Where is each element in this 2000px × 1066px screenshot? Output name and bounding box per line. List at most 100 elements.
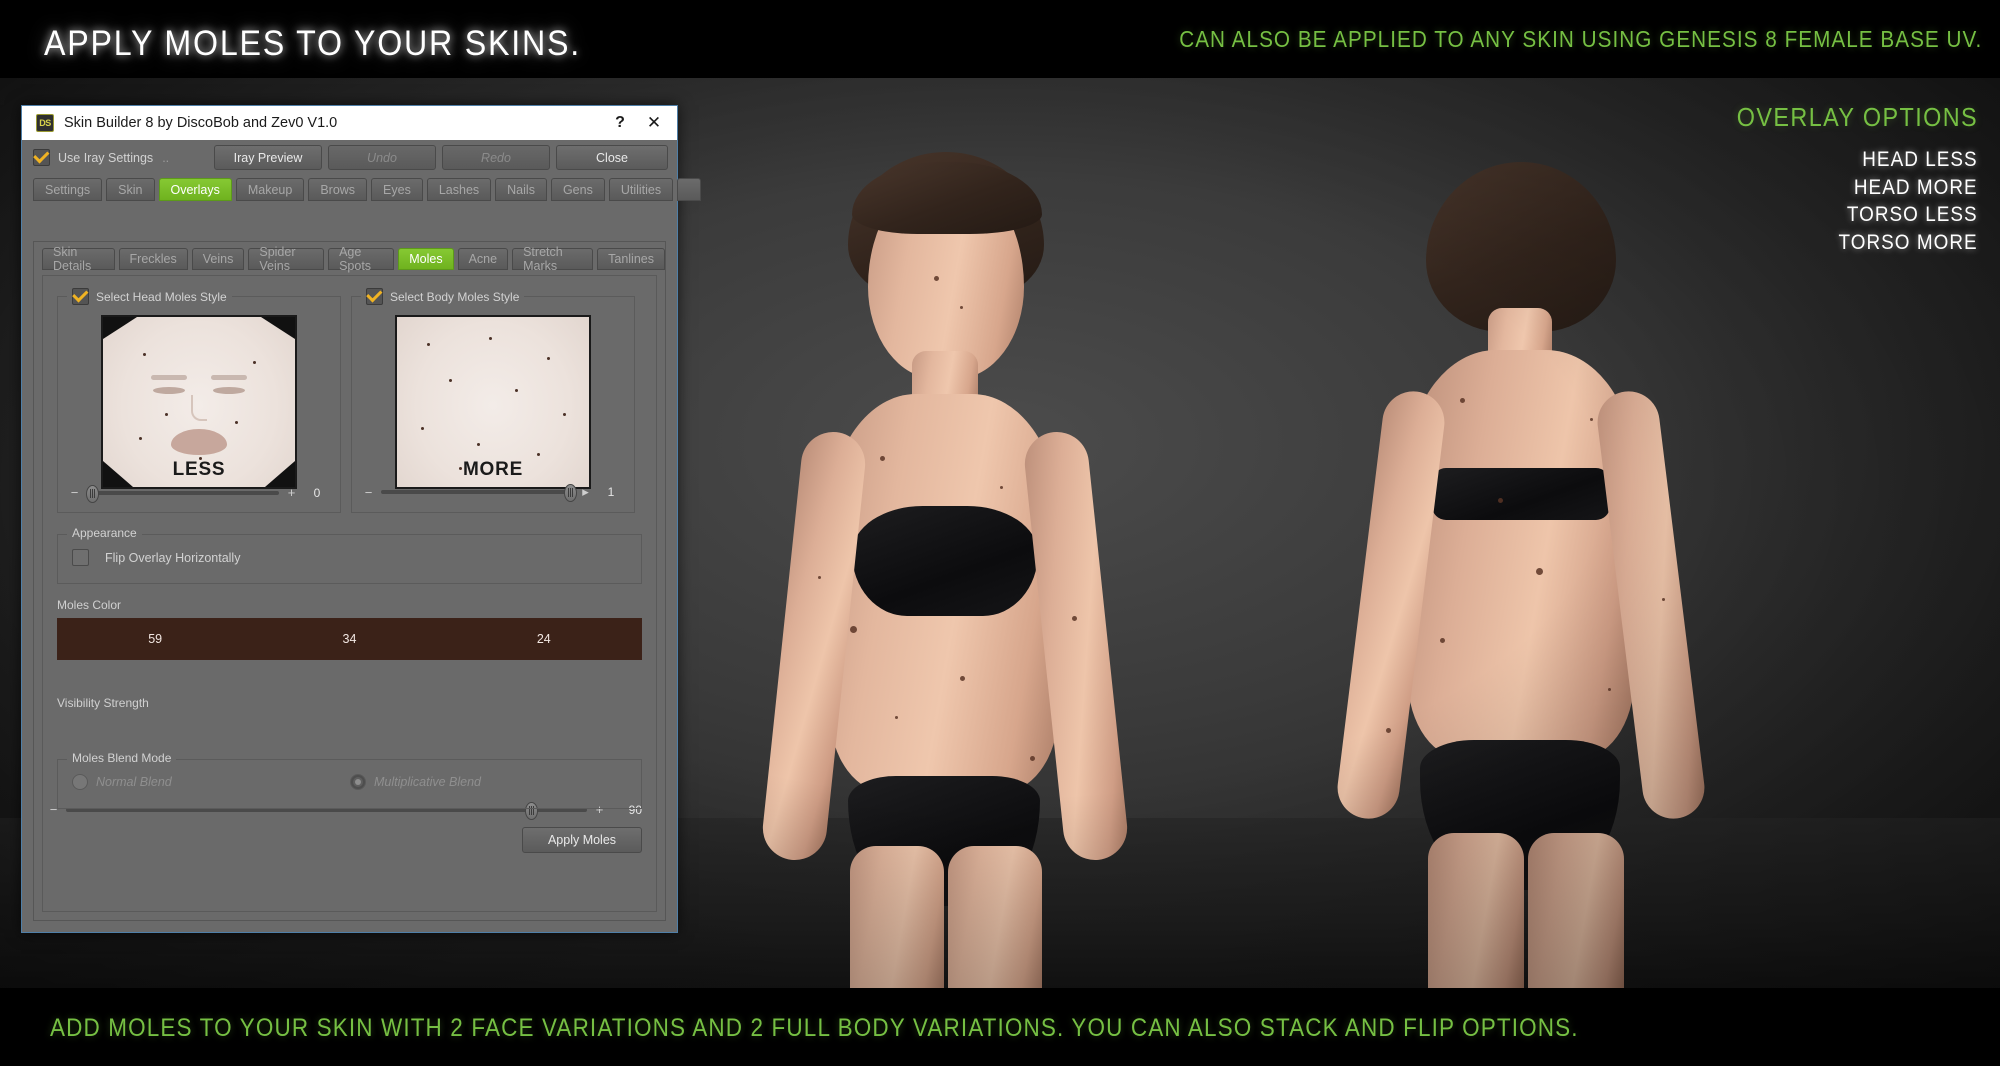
promo-title: APPLY MOLES TO YOUR SKINS. (44, 24, 581, 63)
dialog-body: Use Iray Settings .. Iray Preview Undo R… (23, 141, 702, 931)
flip-overlay-checkbox[interactable] (72, 549, 89, 566)
body-slider-plus[interactable]: ▸ (581, 484, 590, 500)
overlay-option: TORSO LESS (1847, 203, 1978, 227)
select-head-moles-checkbox[interactable] (72, 288, 89, 305)
promo-subtitle: CAN ALSO BE APPLIED TO ANY SKIN USING GE… (1178, 26, 1982, 52)
overlay-subtabs: Skin Details Freckles Veins Spider Veins… (34, 242, 665, 273)
select-head-moles-label: Select Head Moles Style (96, 289, 227, 304)
daz-studio-icon: DS (36, 114, 54, 132)
main-tabs: Settings Skin Overlays Makeup Brows Eyes… (23, 174, 702, 201)
appearance-label: Appearance (72, 526, 137, 540)
skin-builder-dialog: DS Skin Builder 8 by DiscoBob and Zev0 V… (21, 105, 702, 933)
tab-settings[interactable]: Settings (33, 178, 103, 201)
overlay-options-title: OVERLAY OPTIONS (1736, 102, 1978, 132)
moles-color-blue: 24 (536, 632, 551, 646)
use-iray-settings-label: Use Iray Settings (58, 150, 154, 165)
body-thumbnail-caption: MORE (462, 459, 524, 480)
visibility-strength-slider[interactable]: − + 90 (49, 720, 642, 899)
flip-overlay-label: Flip Overlay Horizontally (105, 550, 241, 565)
moles-color-swatch[interactable]: 59 34 24 (57, 618, 642, 660)
moles-blend-mode-group: Moles Blend Mode Normal Blend Multiplica… (57, 751, 642, 809)
body-moles-style-group: Select Body Moles Style MORE − ▸ 1 (351, 288, 635, 513)
multiplicative-blend-radio[interactable] (350, 774, 366, 790)
help-icon[interactable]: ? (603, 108, 637, 138)
close-button[interactable]: Close (556, 145, 668, 170)
head-moles-style-group: Select Head Moles Style LESS − + 0 (57, 288, 341, 513)
subtab-spider-veins[interactable]: Spider Veins (248, 245, 325, 273)
moles-color-red: 59 (148, 632, 163, 646)
head-slider-track[interactable] (85, 484, 279, 503)
tab-lashes[interactable]: Lashes (426, 178, 492, 201)
tab-skin[interactable]: Skin (106, 178, 155, 201)
body-slider-minus[interactable]: − (364, 485, 373, 500)
subtab-stretch-marks[interactable]: Stretch Marks (512, 245, 594, 273)
subtab-age-spots[interactable]: Age Spots (328, 245, 395, 273)
head-slider-plus[interactable]: + (287, 485, 296, 500)
multiplicative-blend-label: Multiplicative Blend (374, 775, 481, 789)
iray-preview-button[interactable]: Iray Preview (214, 145, 322, 170)
subtab-skin-details[interactable]: Skin Details (42, 245, 115, 273)
subtab-veins[interactable]: Veins (191, 248, 245, 270)
tab-overlays[interactable]: Overlays (158, 178, 232, 201)
overlays-panel: Skin Details Freckles Veins Spider Veins… (33, 241, 666, 921)
overlay-option: TORSO MORE (1838, 231, 1978, 255)
dialog-title: Skin Builder 8 by DiscoBob and Zev0 V1.0 (64, 115, 338, 131)
screenshot-root: APPLY MOLES TO YOUR SKINS. CAN ALSO BE A… (0, 0, 2000, 1066)
select-body-moles-checkbox[interactable] (366, 288, 383, 305)
overlay-option: HEAD MORE (1854, 175, 1978, 199)
apply-row: Apply Moles (522, 827, 642, 853)
close-icon[interactable]: ✕ (637, 108, 671, 138)
blend-mode-label: Moles Blend Mode (72, 751, 172, 765)
dialog-titlebar[interactable]: DS Skin Builder 8 by DiscoBob and Zev0 V… (22, 106, 677, 140)
iray-settings-row: Use Iray Settings .. Iray Preview Undo R… (23, 141, 676, 174)
iray-settings-ellipsis[interactable]: .. (162, 151, 169, 165)
redo-button[interactable]: Redo (442, 145, 550, 170)
tab-filler (677, 178, 702, 201)
body-slider-track[interactable] (381, 484, 578, 502)
moles-color-label: Moles Color (57, 598, 122, 612)
select-body-moles-label: Select Body Moles Style (390, 289, 520, 304)
tab-gens[interactable]: Gens (550, 178, 605, 201)
overlay-option: HEAD LESS (1862, 148, 1978, 171)
head-style-legend: Select Head Moles Style (67, 288, 232, 305)
head-moles-thumbnail[interactable]: LESS (101, 315, 297, 489)
blend-mode-legend: Moles Blend Mode (67, 751, 177, 765)
dialog-toolbar: Iray Preview Undo Redo Close (214, 145, 668, 170)
flip-overlay-row[interactable]: Flip Overlay Horizontally (72, 549, 240, 566)
body-slider-knob[interactable] (564, 484, 578, 502)
head-slider-value: 0 (313, 485, 321, 500)
undo-button[interactable]: Undo (328, 145, 436, 170)
normal-blend-radio[interactable] (72, 774, 88, 790)
bottom-caption: ADD MOLES TO YOUR SKIN WITH 2 FACE VARIA… (50, 1014, 1579, 1042)
tab-brows[interactable]: Brows (308, 178, 368, 201)
body-moles-thumbnail[interactable]: MORE (395, 315, 591, 489)
overlay-options-list: HEAD LESS HEAD MORE TORSO LESS TORSO MOR… (1823, 146, 1978, 257)
multiplicative-blend-row[interactable]: Multiplicative Blend (350, 774, 481, 790)
top-banner: APPLY MOLES TO YOUR SKINS. CAN ALSO BE A… (0, 0, 2000, 78)
subtab-moles[interactable]: Moles (398, 248, 454, 270)
subtab-tanlines[interactable]: Tanlines (597, 248, 665, 270)
tab-utilities[interactable]: Utilities (608, 178, 674, 201)
head-thumbnail-caption: LESS (172, 459, 226, 480)
subtab-acne[interactable]: Acne (457, 248, 509, 270)
moles-color-green: 34 (342, 632, 357, 646)
normal-blend-label: Normal Blend (96, 775, 172, 789)
body-style-slider[interactable]: − ▸ 1 (364, 484, 624, 502)
head-slider-minus[interactable]: − (70, 485, 79, 500)
head-slider-knob[interactable] (85, 484, 99, 503)
normal-blend-row[interactable]: Normal Blend (72, 774, 172, 790)
head-style-slider[interactable]: − + 0 (70, 484, 330, 503)
visibility-strength-label: Visibility Strength (57, 696, 149, 710)
appearance-legend: Appearance (67, 526, 142, 540)
use-iray-settings-checkbox[interactable] (33, 149, 50, 166)
apply-moles-button[interactable]: Apply Moles (522, 827, 642, 853)
tab-nails[interactable]: Nails (495, 178, 547, 201)
bottom-banner: ADD MOLES TO YOUR SKIN WITH 2 FACE VARIA… (0, 988, 2000, 1066)
tab-makeup[interactable]: Makeup (235, 178, 305, 201)
moles-content: Select Head Moles Style LESS − + 0 Selec… (42, 275, 657, 912)
subtab-freckles[interactable]: Freckles (118, 248, 188, 270)
appearance-group: Appearance Flip Overlay Horizontally (57, 526, 642, 584)
tab-eyes[interactable]: Eyes (371, 178, 423, 201)
body-slider-value: 1 (607, 485, 615, 499)
body-style-legend: Select Body Moles Style (361, 288, 525, 305)
